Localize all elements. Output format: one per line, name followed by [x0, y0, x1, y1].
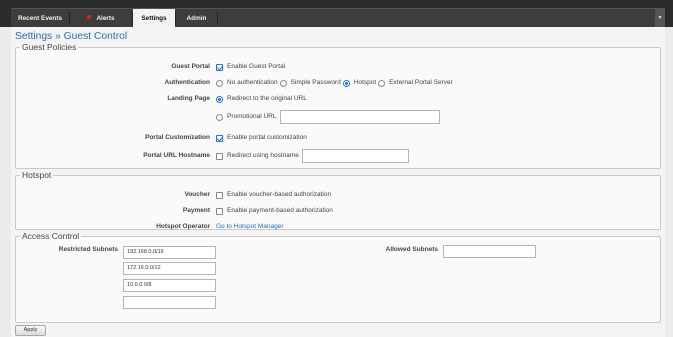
- chevron-down-icon[interactable]: ▼: [655, 9, 665, 28]
- allowed-subnet-input[interactable]: [443, 245, 536, 258]
- restricted-subnet-input[interactable]: 10.0.0.0/8: [123, 279, 216, 292]
- portal-url-hostname-control: Redirect using hostname: [216, 149, 409, 163]
- radio-no-authentication[interactable]: [216, 79, 223, 87]
- checkbox-label: Enable Guest Portal: [227, 63, 286, 70]
- top-navigation-bar: Recent Events Alerts Settings Admin ▼: [0, 0, 673, 28]
- restricted-subnets-label: Restricted Subnets: [58, 246, 118, 253]
- restricted-subnet-input[interactable]: 172.16.0.0/12: [123, 262, 216, 275]
- alert-dot-icon: [87, 15, 92, 20]
- allowed-subnets-label: Allowed Subnets: [385, 246, 438, 253]
- section-legend: Guest Policies: [22, 42, 77, 52]
- radio-promotional-url[interactable]: [216, 113, 223, 121]
- radio-label: Hotspot: [353, 79, 377, 86]
- redirect-hostname-checkbox[interactable]: [216, 152, 223, 160]
- tab-alerts[interactable]: Alerts: [70, 9, 132, 28]
- guest-portal-checkbox[interactable]: [216, 63, 223, 71]
- portal-customization-checkbox[interactable]: [216, 134, 223, 142]
- radio-hotspot[interactable]: [342, 79, 350, 87]
- tab-divider: [217, 12, 218, 25]
- radio-label: External Portal Server: [389, 79, 453, 86]
- field-label: Payment: [182, 207, 210, 214]
- access-control-section: Access Control Restricted Subnets 192.16…: [15, 231, 661, 323]
- voucher-control: Enable voucher-based authorization: [216, 189, 331, 201]
- checkbox-label: Enable payment-based authorization: [227, 207, 333, 214]
- radio-simple-password[interactable]: [279, 79, 287, 87]
- portal-url-hostname-row: Portal URL Hostname Redirect using hostn…: [16, 149, 660, 163]
- apply-button[interactable]: Apply: [15, 325, 46, 336]
- tab-recent-events[interactable]: Recent Events: [11, 9, 69, 28]
- section-legend: Hotspot: [22, 170, 52, 180]
- tab-settings[interactable]: Settings: [133, 9, 175, 28]
- settings-content: Settings » Guest Control Guest Policies …: [11, 27, 665, 337]
- payment-checkbox[interactable]: [216, 207, 223, 215]
- checkbox-label: Enable voucher-based authorization: [227, 191, 332, 198]
- restricted-subnet-input[interactable]: [123, 296, 216, 309]
- portal-customization-row: Portal Customization Enable portal custo…: [16, 132, 660, 144]
- payment-row: Payment Enable payment-based authorizati…: [16, 205, 660, 217]
- portal-customization-control: Enable portal customization: [216, 132, 307, 144]
- radio-label: No authentication: [227, 79, 278, 86]
- radio-label: Promotional URL: [227, 113, 277, 120]
- field-label: Portal Customization: [144, 134, 210, 141]
- landing-page-redirect: Redirect to the original URL: [216, 93, 307, 105]
- field-label: Voucher: [184, 191, 210, 198]
- payment-control: Enable payment-based authorization: [216, 205, 333, 217]
- landing-page-promotional: Promotional URL: [216, 110, 440, 124]
- hostname-input[interactable]: [301, 149, 409, 163]
- guest-portal-row: Guest Portal Enable Guest Portal: [16, 61, 660, 73]
- checkbox-label: Enable portal customization: [227, 134, 307, 141]
- guest-portal-control: Enable Guest Portal: [216, 61, 285, 73]
- voucher-checkbox[interactable]: [216, 191, 223, 199]
- section-legend: Access Control: [22, 231, 80, 241]
- tab-strip: Recent Events Alerts Settings Admin ▼: [11, 8, 665, 28]
- hotspot-section: Hotspot Voucher Enable voucher-based aut…: [15, 170, 661, 230]
- guest-policies-section: Guest Policies Guest Portal Enable Guest…: [15, 42, 661, 169]
- voucher-row: Voucher Enable voucher-based authorizati…: [16, 189, 660, 201]
- restricted-subnet-input[interactable]: 192.168.0.0/16: [123, 246, 216, 259]
- promotional-url-row: Promotional URL: [16, 110, 660, 124]
- field-label: Authentication: [164, 79, 211, 86]
- authentication-row: Authentication No authentication Simple …: [16, 77, 660, 89]
- checkbox-label: Redirect using hostname: [227, 152, 299, 159]
- authentication-options: No authentication Simple Password Hotspo…: [216, 77, 455, 89]
- radio-label: Redirect to the original URL: [227, 95, 307, 102]
- promotional-url-input[interactable]: [279, 110, 440, 124]
- radio-external-portal-server[interactable]: [378, 79, 386, 87]
- field-label: Landing Page: [167, 95, 210, 102]
- breadcrumb: Settings » Guest Control: [15, 31, 128, 42]
- tab-alerts-label: Alerts: [96, 15, 115, 22]
- radio-label: Simple Password: [290, 79, 341, 86]
- tab-admin[interactable]: Admin: [176, 9, 217, 28]
- field-label: Portal URL Hostname: [143, 152, 210, 159]
- radio-redirect-original-url[interactable]: [216, 95, 223, 103]
- landing-page-row: Landing Page Redirect to the original UR…: [16, 93, 660, 105]
- field-label: Guest Portal: [171, 63, 210, 70]
